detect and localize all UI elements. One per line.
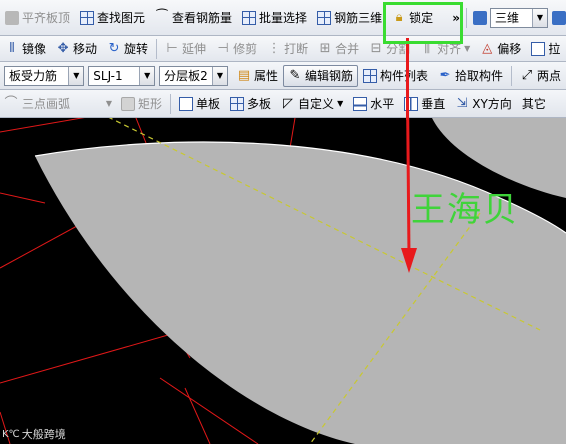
edit-rebar-icon: ✎ [289,67,301,83]
trim-button[interactable]: ⊣ 修剪 [211,38,262,60]
multi-slab-button[interactable]: 多板 [225,93,276,115]
chevron-down-icon: ▼ [68,66,84,85]
cad-drawing [0,118,566,444]
layer-select[interactable]: 分层板2 ▼ [159,65,228,86]
break-button[interactable]: ⋮ 打断 [262,38,313,60]
mirror-icon: ⫴ [9,40,15,56]
properties-button[interactable]: ▤ 属性 [232,65,283,87]
extend-icon: ⊢ [166,40,178,56]
grid-line [0,192,46,204]
rotate-button[interactable]: ↻ 旋转 [102,38,153,60]
custom-button[interactable]: ◸ 自定义 ▼ [276,93,348,115]
watermark-text: 王海贝 [411,190,519,230]
multi-slab-icon [230,96,245,111]
edit-rebar-button[interactable]: ✎ 编辑钢筋 [283,64,359,87]
rebar-3d-button[interactable]: 钢筋三维 [312,7,387,29]
split-icon: ⊟ [370,40,382,56]
stretch-button[interactable]: 拉 [526,38,565,60]
component-toolbar: 板受力筋 ▼ SLJ-1 ▼ 分层板2 ▼ ▤ 属性 ✎ 编辑钢筋 构件列表 ✒… [0,62,566,90]
rebar-type-select[interactable]: 板受力筋 ▼ [4,65,85,86]
chevron-down-icon: ▼ [211,66,227,85]
chevron-down-icon: ▼ [139,66,155,85]
xy-direction-button[interactable]: ⇲ XY方向 [450,93,517,115]
corner-logo: K℃ 大般跨境 [2,428,66,441]
main-toolbar: 平齐板顶 查找图元 ⁀ 查看钢筋量 批量选择 钢筋三维 🔒︎ 锁定 » 三维 ▼ [0,0,566,36]
two-point-icon: ⤢ [521,67,533,83]
rebar-name-select[interactable]: SLJ-1 ▼ [88,65,156,86]
grid-line [0,332,176,384]
xy-direction-icon: ⇲ [456,95,468,111]
stretch-icon [531,41,546,56]
annotation-arrow-top [406,38,409,120]
list-icon [363,68,378,83]
view-rebar-quantity-button[interactable]: ⁀ 查看钢筋量 [150,7,237,29]
move-icon: ✥ [57,40,69,56]
chevron-down-icon: ▼ [532,8,547,27]
single-slab-icon [179,96,194,111]
grid-line [0,118,85,133]
two-point-button[interactable]: ⤢ 两点 [515,65,566,87]
drawing-canvas[interactable]: 王海贝 K℃ 大般跨境 [0,118,566,444]
move-button[interactable]: ✥ 移动 [51,38,102,60]
other-button[interactable]: 其它 [517,93,551,115]
align-slab-top-button[interactable]: 平齐板顶 [0,7,75,29]
merge-button[interactable]: ⊞ 合并 [313,38,364,60]
horizontal-icon [353,96,368,111]
merge-icon: ⊞ [319,40,331,56]
arc-icon: ⌒ [4,95,18,111]
extend-button[interactable]: ⊢ 延伸 [160,38,211,60]
horizontal-button[interactable]: 水平 [348,93,399,115]
chevron-down-icon: ▼ [337,99,344,108]
rectangle-icon [121,96,135,111]
edit-toolbar: ⫴ 镜像 ✥ 移动 ↻ 旋转 ⊢ 延伸 ⊣ 修剪 ⋮ 打断 ⊞ 合并 ⊟ 分割 … [0,36,566,62]
align-slab-icon [5,10,19,25]
custom-shape-icon: ◸ [283,95,294,111]
mirror-button[interactable]: ⫴ 镜像 [0,38,51,60]
component-list-button[interactable]: 构件列表 [358,65,433,87]
cube-icon [473,10,487,25]
find-primitive-button[interactable]: 查找图元 [75,7,150,29]
eyedropper-icon: ✒ [439,67,451,83]
offset-button[interactable]: ◬ 偏移 [475,38,526,60]
find-icon [80,10,95,25]
view-toggle-icon[interactable] [552,10,566,25]
pick-component-button[interactable]: ✒ 拾取构件 [433,65,508,87]
single-slab-button[interactable]: 单板 [174,93,225,115]
toolbar-separator [156,38,158,59]
grid-line [289,118,296,149]
properties-icon: ▤ [237,67,251,83]
offset-icon: ◬ [482,40,493,56]
view-mode-select[interactable]: 三维 ▼ [490,7,548,28]
break-icon: ⋮ [267,40,281,56]
toolbar-separator [170,93,172,114]
batch-select-button[interactable]: 批量选择 [237,7,312,29]
rebar-glasses-icon: ⁀ [156,9,168,25]
arc-mode-select[interactable]: ⌒ 三点画弧 ▼ [4,94,112,114]
rotate-icon: ↻ [108,40,120,56]
rebar-3d-icon [317,10,332,25]
trim-icon: ⊣ [217,40,229,56]
toolbar-separator [466,7,467,28]
rectangle-button[interactable]: 矩形 [116,93,167,115]
logo-icon: K℃ [2,428,20,440]
chevron-down-icon: ▼ [464,44,471,53]
lock-highlight-box [383,2,463,44]
batch-select-icon [242,10,257,25]
draw-toolbar: ⌒ 三点画弧 ▼ 矩形 单板 多板 ◸ 自定义 ▼ 水平 垂直 ⇲ XY方向 其… [0,90,566,118]
chevron-down-icon: ▼ [105,99,112,108]
grid-line [184,387,211,444]
toolbar-separator [511,65,512,86]
